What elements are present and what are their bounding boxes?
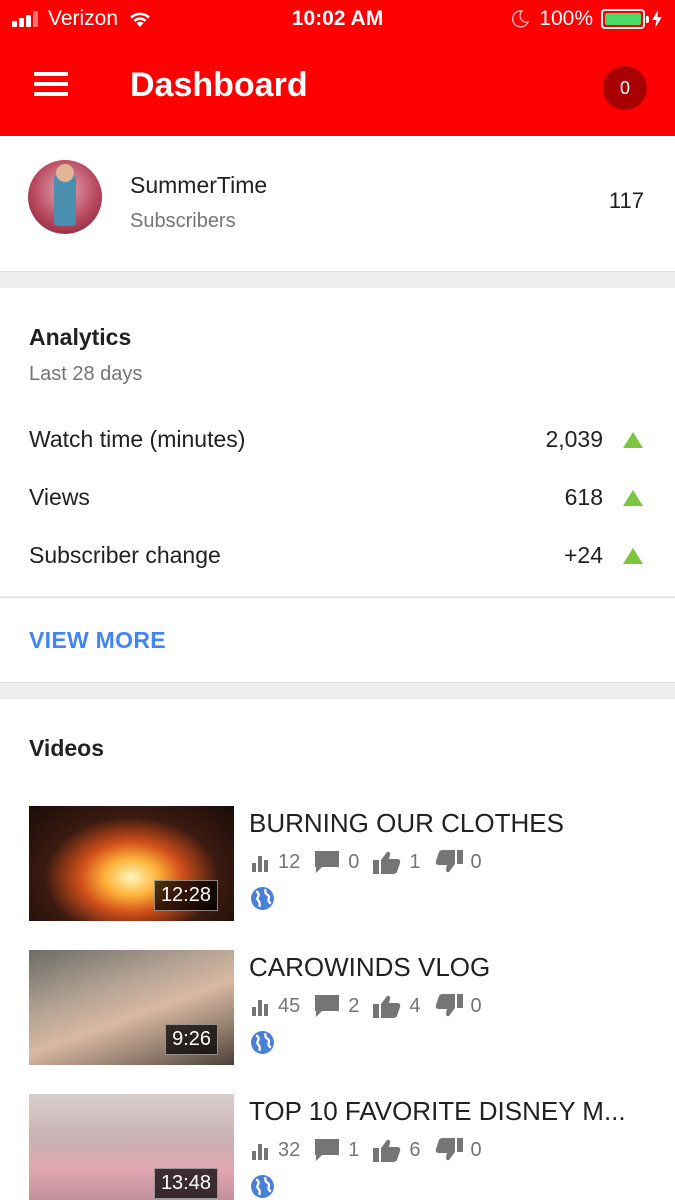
globe-icon bbox=[251, 887, 274, 910]
list-item[interactable]: 13:48 TOP 10 FAVORITE DISNEY M... 32 1 6… bbox=[0, 1094, 675, 1200]
analytics-title: Analytics bbox=[29, 324, 132, 350]
video-duration: 9:26 bbox=[165, 1024, 218, 1055]
dislikes-stat: 0 bbox=[435, 994, 482, 1018]
thumbs-down-icon bbox=[435, 994, 463, 1017]
likes-count: 6 bbox=[409, 1138, 421, 1161]
triangle-up-icon bbox=[623, 432, 643, 448]
views-count: 45 bbox=[278, 994, 301, 1017]
triangle-up-icon bbox=[623, 548, 643, 564]
globe-icon bbox=[251, 1175, 274, 1198]
thumbs-down-icon bbox=[435, 1138, 463, 1161]
comments-count: 1 bbox=[348, 1138, 360, 1161]
bar-chart-icon bbox=[252, 1000, 268, 1016]
video-stats: 45 2 4 0 bbox=[250, 994, 496, 1018]
dislikes-count: 0 bbox=[470, 850, 482, 873]
page-title: Dashboard bbox=[130, 66, 308, 104]
list-item[interactable]: 9:26 CAROWINDS VLOG 45 2 4 0 bbox=[0, 950, 675, 1068]
comments-count: 2 bbox=[348, 994, 360, 1017]
thumbs-up-icon bbox=[373, 1139, 401, 1162]
comments-stat: 1 bbox=[314, 1138, 359, 1162]
likes-stat: 6 bbox=[373, 1138, 421, 1162]
video-duration: 12:28 bbox=[153, 880, 218, 911]
hamburger-menu-icon[interactable] bbox=[34, 72, 68, 100]
views-stat: 32 bbox=[250, 1139, 300, 1162]
metric-subscriber-change: Subscriber change +24 bbox=[0, 534, 675, 574]
bar-chart-icon bbox=[252, 1144, 268, 1160]
dislikes-count: 0 bbox=[470, 994, 482, 1017]
analytics-card: Analytics Last 28 days Watch time (minut… bbox=[0, 288, 675, 596]
comments-stat: 2 bbox=[314, 994, 359, 1018]
video-thumbnail[interactable]: 13:48 bbox=[29, 1094, 234, 1200]
triangle-up-icon bbox=[623, 490, 643, 506]
video-duration: 13:48 bbox=[153, 1168, 218, 1199]
metric-watch-time: Watch time (minutes) 2,039 bbox=[0, 418, 675, 458]
metric-label: Watch time (minutes) bbox=[29, 426, 246, 452]
likes-stat: 4 bbox=[373, 994, 421, 1018]
views-count: 12 bbox=[278, 850, 301, 873]
comment-icon bbox=[315, 851, 340, 873]
do-not-disturb-moon-icon bbox=[512, 10, 530, 28]
metric-value: 618 bbox=[564, 484, 603, 510]
video-title[interactable]: BURNING OUR CLOTHES bbox=[249, 808, 564, 839]
video-title[interactable]: TOP 10 FAVORITE DISNEY M... bbox=[249, 1096, 626, 1127]
comments-count: 0 bbox=[348, 850, 360, 873]
status-right: 100% bbox=[511, 7, 663, 31]
metric-value: +24 bbox=[563, 542, 603, 568]
channel-card[interactable]: SummerTime Subscribers 117 bbox=[0, 136, 675, 272]
subscribers-label: Subscribers bbox=[130, 210, 236, 232]
list-item[interactable]: 12:28 BURNING OUR CLOTHES 12 0 1 0 bbox=[0, 806, 675, 924]
likes-count: 1 bbox=[409, 850, 421, 873]
video-title[interactable]: CAROWINDS VLOG bbox=[249, 952, 490, 983]
thumbs-down-icon bbox=[435, 850, 463, 873]
video-thumbnail[interactable]: 9:26 bbox=[29, 950, 234, 1065]
view-more-card: VIEW MORE bbox=[0, 597, 675, 683]
subscribers-count: 117 bbox=[608, 188, 644, 213]
dislikes-stat: 0 bbox=[435, 1138, 482, 1162]
globe-icon bbox=[251, 1031, 274, 1054]
video-stats: 32 1 6 0 bbox=[250, 1138, 496, 1162]
app-bar: Dashboard 0 bbox=[0, 38, 675, 136]
comments-stat: 0 bbox=[314, 850, 359, 874]
notification-badge[interactable]: 0 bbox=[603, 66, 647, 110]
likes-stat: 1 bbox=[373, 850, 421, 874]
avatar[interactable] bbox=[28, 160, 102, 234]
analytics-period: Last 28 days bbox=[29, 363, 143, 385]
charging-bolt-icon bbox=[652, 10, 662, 28]
dislikes-count: 0 bbox=[470, 1138, 482, 1161]
views-count: 32 bbox=[278, 1138, 301, 1161]
metric-label: Views bbox=[29, 484, 90, 510]
views-stat: 12 bbox=[250, 851, 300, 874]
thumbs-up-icon bbox=[373, 995, 401, 1018]
metric-label: Subscriber change bbox=[29, 542, 221, 568]
view-more-button[interactable]: VIEW MORE bbox=[29, 627, 166, 654]
status-bar: Verizon 10:02 AM 100% bbox=[0, 0, 675, 38]
videos-card: Videos 12:28 BURNING OUR CLOTHES 12 0 1 … bbox=[0, 699, 675, 1200]
comment-icon bbox=[315, 995, 340, 1017]
dislikes-stat: 0 bbox=[435, 850, 482, 874]
battery-percent: 100% bbox=[539, 7, 593, 30]
video-thumbnail[interactable]: 12:28 bbox=[29, 806, 234, 921]
videos-title: Videos bbox=[29, 735, 104, 761]
comment-icon bbox=[315, 1139, 340, 1161]
thumbs-up-icon bbox=[373, 851, 401, 874]
metric-value: 2,039 bbox=[545, 426, 603, 452]
bar-chart-icon bbox=[252, 856, 268, 872]
likes-count: 4 bbox=[409, 994, 421, 1017]
video-stats: 12 0 1 0 bbox=[250, 850, 496, 874]
battery-icon bbox=[601, 9, 649, 29]
channel-name: SummerTime bbox=[130, 172, 268, 198]
metric-views: Views 618 bbox=[0, 476, 675, 516]
views-stat: 45 bbox=[250, 995, 300, 1018]
